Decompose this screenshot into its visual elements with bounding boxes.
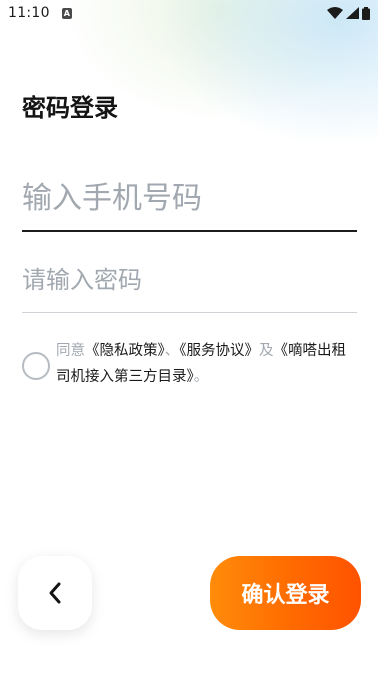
password-field[interactable] [22, 258, 357, 313]
phone-input[interactable] [22, 170, 357, 226]
phone-field[interactable] [22, 170, 357, 232]
password-input[interactable] [22, 258, 357, 302]
battery-icon [362, 6, 370, 20]
a-badge-icon: A [61, 7, 72, 19]
service-agreement-link[interactable]: 《服务协议》 [179, 343, 259, 359]
agreement-suffix: 。 [193, 369, 209, 385]
agreement-and: 及 [259, 343, 274, 359]
agreement-separator: 、 [164, 343, 180, 359]
wifi-icon [327, 7, 343, 19]
status-time: 11:10 [8, 5, 50, 21]
agreement-checkbox[interactable] [22, 352, 50, 380]
confirm-login-button[interactable]: 确认登录 [210, 556, 361, 630]
privacy-policy-link[interactable]: 《隐私政策》 [85, 343, 165, 359]
status-bar: 11:10 A [0, 0, 378, 26]
page-title: 密码登录 [22, 94, 118, 122]
agreement-row: 同意《隐私政策》、《服务协议》及《嘀嗒出租司机接入第三方目录》。 [22, 338, 360, 390]
agreement-prefix: 同意 [56, 343, 85, 359]
chevron-left-icon [49, 582, 61, 604]
back-button[interactable] [18, 556, 92, 630]
agreement-text: 同意《隐私政策》、《服务协议》及《嘀嗒出租司机接入第三方目录》。 [56, 338, 360, 390]
signal-icon [346, 7, 359, 19]
status-icons [327, 6, 370, 20]
